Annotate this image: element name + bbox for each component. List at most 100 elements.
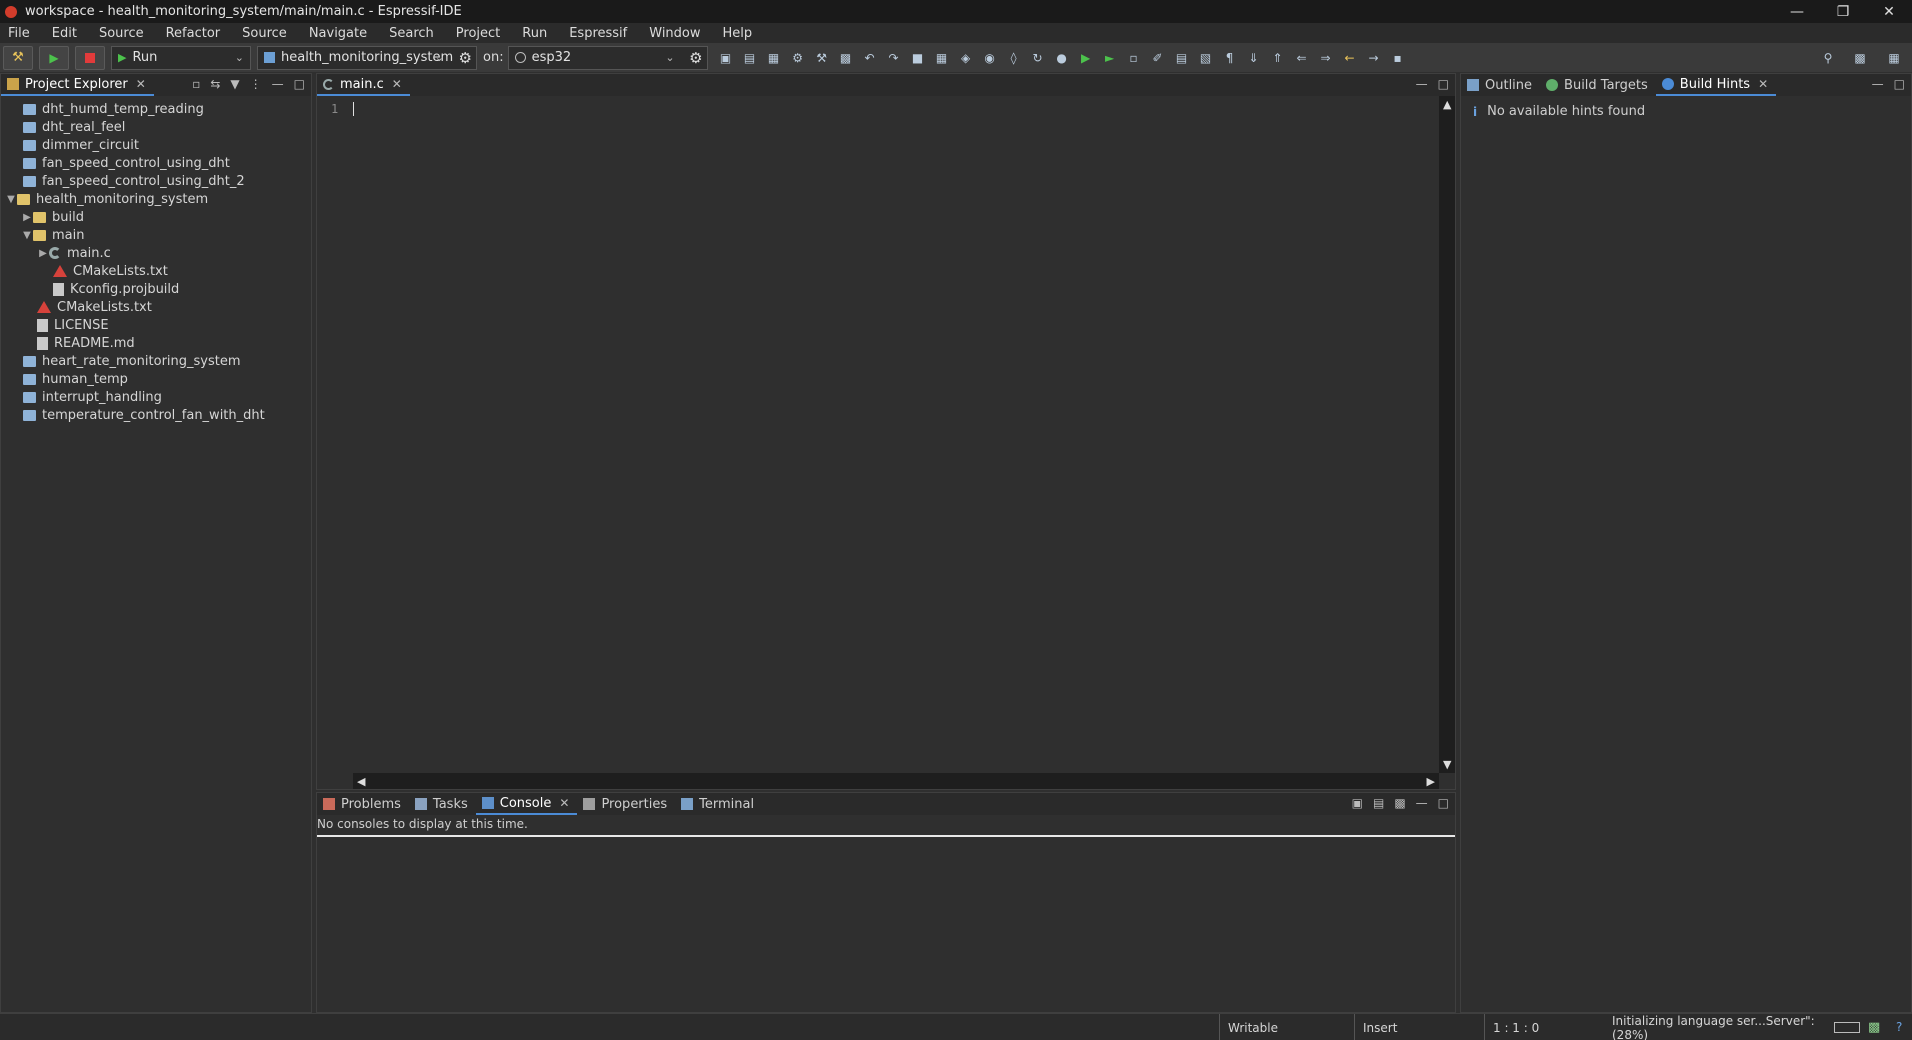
filter-icon[interactable]: ▼ [230, 77, 239, 91]
launch-target-select[interactable]: esp32 ⌄ ⚙ [507, 45, 708, 70]
menu-navigate[interactable]: Navigate [309, 26, 367, 41]
minimize-icon[interactable]: — [272, 77, 284, 91]
vertical-scrollbar[interactable]: ▲ ▼ [1439, 96, 1455, 773]
menu-run[interactable]: Run [522, 26, 547, 41]
menu-refactor[interactable]: Refactor [166, 26, 221, 41]
tree-item-file[interactable]: CMakeLists.txt [1, 262, 311, 280]
menu-help[interactable]: Help [723, 26, 753, 41]
tree-item-project[interactable]: temperature_control_fan_with_dht [1, 406, 311, 424]
progress-bar-icon[interactable] [1834, 1022, 1860, 1033]
status-progress[interactable]: Initializing language ser...Server": (28… [1604, 1014, 1834, 1040]
close-icon[interactable]: ✕ [559, 796, 569, 810]
minimize-icon[interactable]: — [1416, 796, 1428, 810]
tab-outline[interactable]: Outline [1461, 74, 1540, 96]
menu-espressif[interactable]: Espressif [569, 26, 627, 41]
debug-bug-icon[interactable]: ● [1053, 49, 1071, 67]
close-icon[interactable]: ✕ [1758, 77, 1768, 91]
tab-tasks[interactable]: Tasks [409, 793, 476, 815]
terminal-icon[interactable]: ▩ [837, 49, 855, 67]
scroll-up-icon[interactable]: ▲ [1443, 98, 1451, 111]
menu-project[interactable]: Project [456, 26, 500, 41]
search-icon[interactable]: ⚲ [1819, 49, 1837, 67]
launch-button[interactable]: ▶ [39, 45, 69, 70]
tree-item-file[interactable]: CMakeLists.txt [1, 298, 311, 316]
maximize-icon[interactable]: □ [294, 77, 305, 91]
new-class-icon[interactable]: ◊ [1005, 49, 1023, 67]
menu-search[interactable]: Search [389, 26, 434, 41]
display-console-icon[interactable]: ▤ [1373, 796, 1384, 810]
tree-item-file[interactable]: Kconfig.projbuild [1, 280, 311, 298]
tab-build-hints[interactable]: Build Hints ✕ [1655, 74, 1777, 96]
scroll-left-icon[interactable]: ◀ [357, 775, 365, 788]
scroll-right-icon[interactable]: ▶ [1427, 775, 1435, 788]
menu-file[interactable]: File [8, 26, 30, 41]
tree-item-project[interactable]: fan_speed_control_using_dht [1, 154, 311, 172]
tab-console[interactable]: Console ✕ [475, 793, 578, 815]
build-button[interactable]: ⚒ [3, 45, 33, 70]
maximize-icon[interactable]: □ [1438, 796, 1449, 810]
collapse-all-icon[interactable]: ▫ [192, 77, 200, 91]
tree-item-project[interactable]: human_temp [1, 370, 311, 388]
maximize-icon[interactable]: □ [1438, 77, 1449, 91]
chevron-right-icon[interactable]: ▶ [21, 212, 33, 223]
block-select-icon[interactable]: ▧ [1197, 49, 1215, 67]
chevron-down-icon[interactable]: ▼ [5, 194, 17, 205]
pin-editor-icon[interactable]: ▪ [1389, 49, 1407, 67]
minimize-icon[interactable]: — [1872, 77, 1884, 91]
whitespace-icon[interactable]: ¶ [1221, 49, 1239, 67]
refresh-icon[interactable]: ↻ [1029, 49, 1047, 67]
toggle-mark-icon[interactable]: ▤ [1173, 49, 1191, 67]
open-console-icon[interactable]: ▣ [1352, 796, 1363, 810]
prev-annotation-icon[interactable]: ⇑ [1269, 49, 1287, 67]
open-type-icon[interactable]: ◉ [981, 49, 999, 67]
close-icon[interactable]: ✕ [392, 77, 402, 91]
tab-main-c[interactable]: main.c ✕ [317, 74, 410, 96]
cpp-perspective-icon[interactable]: ▦ [1885, 49, 1903, 67]
horizontal-scrollbar[interactable]: ◀ ▶ [353, 773, 1439, 789]
grid-icon[interactable]: ▦ [933, 49, 951, 67]
tree-item-file[interactable]: README.md [1, 334, 311, 352]
open-folder-icon[interactable]: ▫ [1125, 49, 1143, 67]
tab-properties[interactable]: Properties [577, 793, 675, 815]
menu-source[interactable]: Source [99, 26, 144, 41]
back-icon[interactable]: ← [1341, 49, 1359, 67]
minimize-window-button[interactable]: — [1774, 0, 1820, 23]
maximize-icon[interactable]: □ [1894, 77, 1905, 91]
launch-config-select[interactable]: health_monitoring_system ⌄ ⚙ [257, 45, 477, 70]
undo-icon[interactable]: ↶ [861, 49, 879, 67]
tree-item-project[interactable]: fan_speed_control_using_dht_2 [1, 172, 311, 190]
view-menu-icon[interactable]: ⋮ [250, 77, 262, 91]
run-external-icon[interactable]: ► [1101, 49, 1119, 67]
tab-problems[interactable]: Problems [317, 793, 409, 815]
debug-icon[interactable]: ⚙ [789, 49, 807, 67]
tree-item-file[interactable]: ▶ main.c [1, 244, 311, 262]
tree-item-folder[interactable]: ▶ build [1, 208, 311, 226]
help-icon[interactable]: ? [1896, 1020, 1902, 1034]
progress-view-icon[interactable]: ▩ [1868, 1020, 1880, 1035]
save-all-icon[interactable]: ▦ [765, 49, 783, 67]
stop-button[interactable] [75, 45, 105, 70]
tree-item-project[interactable]: dimmer_circuit [1, 136, 311, 154]
tree-item-file[interactable]: LICENSE [1, 316, 311, 334]
launch-mode-select[interactable]: ▶ Run ⌄ [111, 45, 251, 70]
restore-window-button[interactable]: ❐ [1820, 0, 1866, 23]
save-icon[interactable]: ▤ [741, 49, 759, 67]
menu-source-2[interactable]: Source [242, 26, 287, 41]
config-gear-icon[interactable]: ⚙ [459, 49, 472, 67]
new-type-icon[interactable]: ◈ [957, 49, 975, 67]
tree-item-project[interactable]: interrupt_handling [1, 388, 311, 406]
close-icon[interactable]: ✕ [136, 77, 146, 91]
tree-item-project[interactable]: heart_rate_monitoring_system [1, 352, 311, 370]
run-icon[interactable]: ▶ [1077, 49, 1095, 67]
tree-item-project-expanded[interactable]: ▼ health_monitoring_system [1, 190, 311, 208]
chevron-right-icon[interactable]: ▶ [37, 248, 49, 259]
new-icon[interactable]: ▣ [717, 49, 735, 67]
device-icon[interactable]: ■ [909, 49, 927, 67]
menu-window[interactable]: Window [649, 26, 700, 41]
last-edit-icon[interactable]: ⇐ [1293, 49, 1311, 67]
tree-item-project[interactable]: dht_humd_temp_reading [1, 100, 311, 118]
tab-build-targets[interactable]: Build Targets [1540, 74, 1656, 96]
new-console-icon[interactable]: ▩ [1394, 796, 1405, 810]
perspective-icon[interactable]: ▩ [1851, 49, 1869, 67]
next-annotation-icon[interactable]: ⇓ [1245, 49, 1263, 67]
